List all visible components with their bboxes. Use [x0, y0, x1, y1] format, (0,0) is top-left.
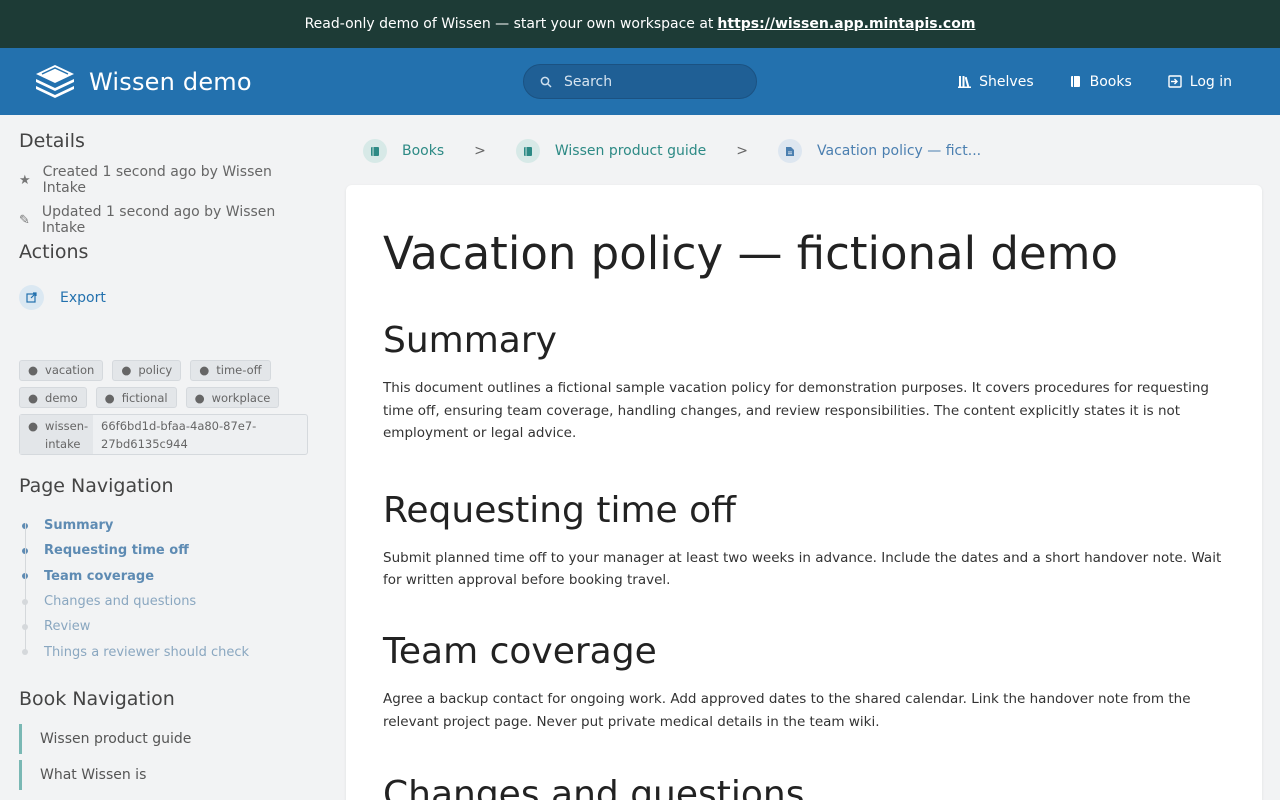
tag-time-off[interactable]: ● time-off [190, 359, 271, 381]
export-icon [19, 285, 44, 310]
page-navigation: Page Navigation Summary Requesting time … [19, 475, 319, 665]
header-nav: Shelves Books Log in [958, 48, 1232, 115]
tag-icon: ● [28, 390, 39, 405]
demo-banner: Read-only demo of Wissen — start your ow… [0, 0, 1280, 48]
updated-text: Updated 1 second ago by Wissen Intake [41, 204, 276, 236]
created-text: Created 1 second ago by Wissen Intake [42, 164, 272, 196]
book-icon [1070, 76, 1080, 87]
section-body-requesting: Submit planned time off to your manager … [383, 549, 1222, 589]
page-title: Vacation policy — fictional demo [383, 227, 1119, 280]
tag-workplace[interactable]: ● workplace [185, 387, 280, 408]
tag-icon: ● [28, 363, 39, 377]
page-nav-review[interactable]: Review [19, 614, 319, 639]
app-name: Wissen demo [89, 68, 252, 96]
breadcrumb-page[interactable]: Vacation policy — fict... [778, 139, 981, 163]
nav-shelves-label: Shelves [979, 73, 1034, 90]
banner-text: Read-only demo of Wissen — start your ow… [304, 16, 714, 32]
tag-wissen-intake[interactable]: ● wissen-intake 66f6bd1d-bfaa-4a80-87e7-… [19, 414, 308, 455]
nav-shelves[interactable]: Shelves [958, 73, 1034, 90]
tag-icon: ● [121, 363, 132, 377]
tag-fictional[interactable]: ● fictional [95, 387, 177, 408]
login-icon [1168, 75, 1182, 88]
page-nav-summary[interactable]: Summary [19, 513, 319, 538]
section-body-summary: This document outlines a fictional sampl… [383, 380, 1209, 442]
app-logo[interactable]: Wissen demo [33, 62, 252, 102]
page-content: Vacation policy — fictional demo Summary… [346, 185, 1262, 800]
pencil-icon: ✎ [19, 212, 30, 228]
shelves-icon [958, 76, 972, 88]
book-nav-heading: Book Navigation [19, 688, 175, 710]
page-nav-requesting[interactable]: Requesting time off [19, 538, 319, 563]
breadcrumb-books[interactable]: Books [363, 139, 444, 163]
actions-section: Actions Export [19, 241, 319, 310]
left-sidebar: Details ★ Created 1 second ago by Wissen… [0, 115, 330, 800]
book-nav-item-what-wissen-is[interactable]: What Wissen is [19, 760, 319, 790]
export-label: Export [60, 289, 106, 306]
star-icon: ★ [19, 172, 31, 188]
details-section: Details ★ Created 1 second ago by Wissen… [19, 130, 319, 236]
books-stack-icon [36, 65, 74, 98]
tag-icon: ● [28, 419, 39, 433]
search-box[interactable] [523, 64, 757, 99]
search-input[interactable] [564, 73, 734, 90]
nav-books[interactable]: Books [1070, 74, 1132, 90]
page-nav-reviewer-check[interactable]: Things a reviewer should check [19, 639, 319, 664]
banner-link[interactable]: https://wissen.app.mintapis.com [717, 16, 975, 32]
book-icon [515, 139, 540, 163]
section-body-team-coverage: Agree a backup contact for ongoing work.… [383, 691, 1191, 730]
section-heading-team-coverage: Team coverage [383, 630, 657, 672]
tag-list: ● vacation ● policy ● time-off ● demo ● fictiona… [19, 359, 309, 455]
chevron-right-icon: > [736, 143, 749, 159]
tag-demo[interactable]: ● demo [19, 387, 87, 408]
section-heading-summary: Summary [383, 320, 557, 361]
book-navigation: Book Navigation Wissen product guide Wha… [19, 688, 319, 790]
tag-icon: ● [104, 390, 115, 405]
details-heading: Details [19, 130, 85, 152]
tag-policy[interactable]: ● policy [112, 359, 182, 381]
books-icon [363, 139, 387, 163]
tag-vacation[interactable]: ● vacation [19, 359, 104, 381]
chevron-right-icon: > [474, 143, 486, 159]
section-heading-changes: Changes and questions [383, 774, 805, 800]
page-nav-changes[interactable]: Changes and questions [19, 589, 319, 614]
updated-row: ✎ Updated 1 second ago by Wissen Intake [19, 204, 319, 236]
breadcrumb: Books > Wissen product guide > Vacation … [363, 136, 981, 166]
nav-login[interactable]: Log in [1168, 74, 1232, 90]
book-nav-item-product-guide[interactable]: Wissen product guide [19, 724, 319, 754]
page-icon [778, 139, 803, 163]
page-nav-list: Summary Requesting time off Team coverag… [19, 513, 319, 665]
page-nav-line [24, 523, 26, 651]
tag-icon: ● [199, 363, 210, 377]
tag-value: 66f6bd1d-bfaa-4a80-87e7-27bd6135c944 [101, 419, 257, 451]
page-nav-team-coverage[interactable]: Team coverage [19, 564, 319, 589]
tag-icon: ● [194, 390, 205, 405]
created-row: ★ Created 1 second ago by Wissen Intake [19, 164, 319, 196]
page-nav-heading: Page Navigation [19, 475, 174, 497]
breadcrumb-book[interactable]: Wissen product guide [515, 139, 706, 163]
nav-books-label: Books [1089, 73, 1132, 90]
actions-heading: Actions [19, 241, 89, 263]
tag-key: ● wissen-intake [20, 415, 94, 454]
search-icon [540, 76, 552, 88]
app-header: Wissen demo Shelves Books [0, 48, 1280, 115]
export-action[interactable]: Export [19, 285, 319, 310]
nav-login-label: Log in [1189, 73, 1232, 90]
section-heading-requesting: Requesting time off [383, 489, 736, 531]
